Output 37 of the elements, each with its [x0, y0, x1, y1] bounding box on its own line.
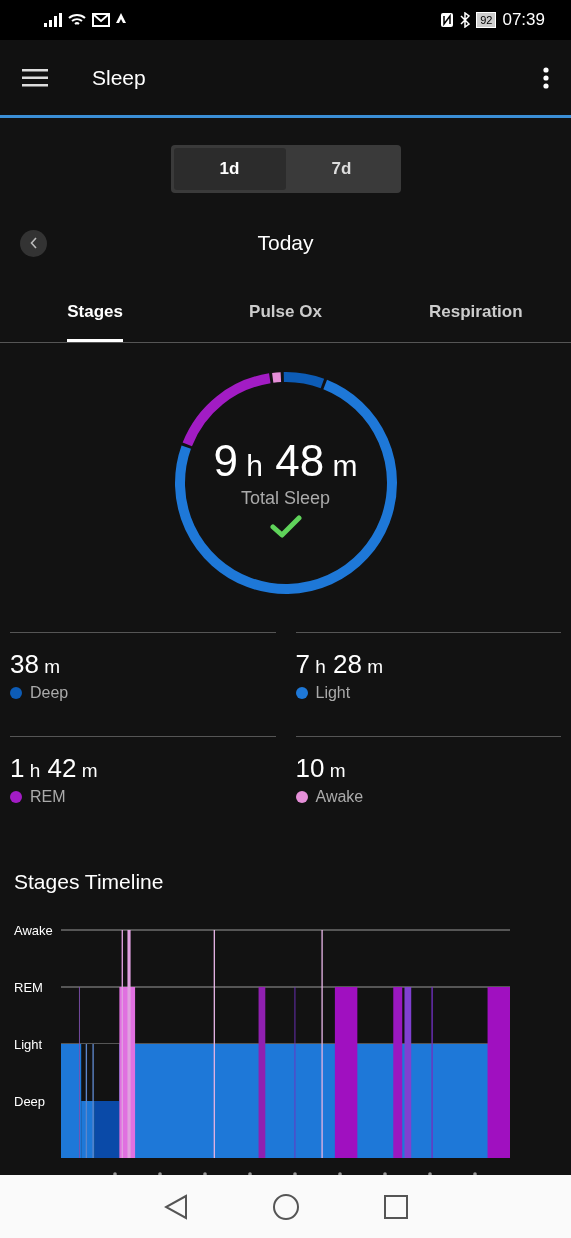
- menu-icon[interactable]: [22, 68, 48, 87]
- back-icon[interactable]: [163, 1193, 188, 1220]
- range-option[interactable]: 1d: [173, 148, 286, 190]
- home-icon[interactable]: [271, 1192, 300, 1221]
- total-sleep-label: Total Sleep: [240, 487, 331, 509]
- more-icon[interactable]: [543, 66, 549, 89]
- tab[interactable]: Stages: [67, 282, 124, 342]
- stage-duration: 7 h 28 m: [295, 649, 385, 680]
- stage-label: Deep: [14, 1094, 46, 1109]
- tab[interactable]: Respiration: [429, 282, 523, 342]
- previous-button[interactable]: [20, 229, 47, 257]
- screen-title: Sleep: [92, 65, 147, 90]
- chevron-left-icon: [29, 237, 38, 249]
- range-option[interactable]: 7d: [285, 148, 398, 190]
- wifi-icon: [68, 13, 86, 27]
- stage-label: Light: [14, 1037, 43, 1052]
- check-icon: [269, 514, 302, 539]
- clock: 07:39: [502, 10, 545, 30]
- recents-icon[interactable]: [383, 1194, 408, 1219]
- nfc-icon: [440, 12, 455, 28]
- total-sleep-value: 9 h 48 m: [213, 435, 358, 486]
- stage-duration: 10 m: [295, 753, 347, 784]
- battery-indicator: 92: [476, 12, 497, 28]
- stage-name: REM: [30, 788, 66, 806]
- stage-duration: 1 h 42 m: [10, 753, 99, 784]
- bluetooth-icon: [460, 12, 471, 28]
- date-label: Today: [257, 231, 314, 255]
- stage-label: REM: [14, 980, 43, 995]
- section-title: Stages Timeline: [13, 869, 165, 895]
- stage-name: Awake: [315, 788, 364, 806]
- stage-duration: 38 m: [10, 649, 62, 680]
- stage-name: Deep: [30, 684, 69, 702]
- stage-label: Awake: [14, 923, 53, 938]
- mail-icon: [92, 13, 110, 27]
- signal-icon: [44, 13, 62, 27]
- tab[interactable]: Pulse Ox: [249, 282, 322, 342]
- stage-name: Light: [315, 684, 351, 702]
